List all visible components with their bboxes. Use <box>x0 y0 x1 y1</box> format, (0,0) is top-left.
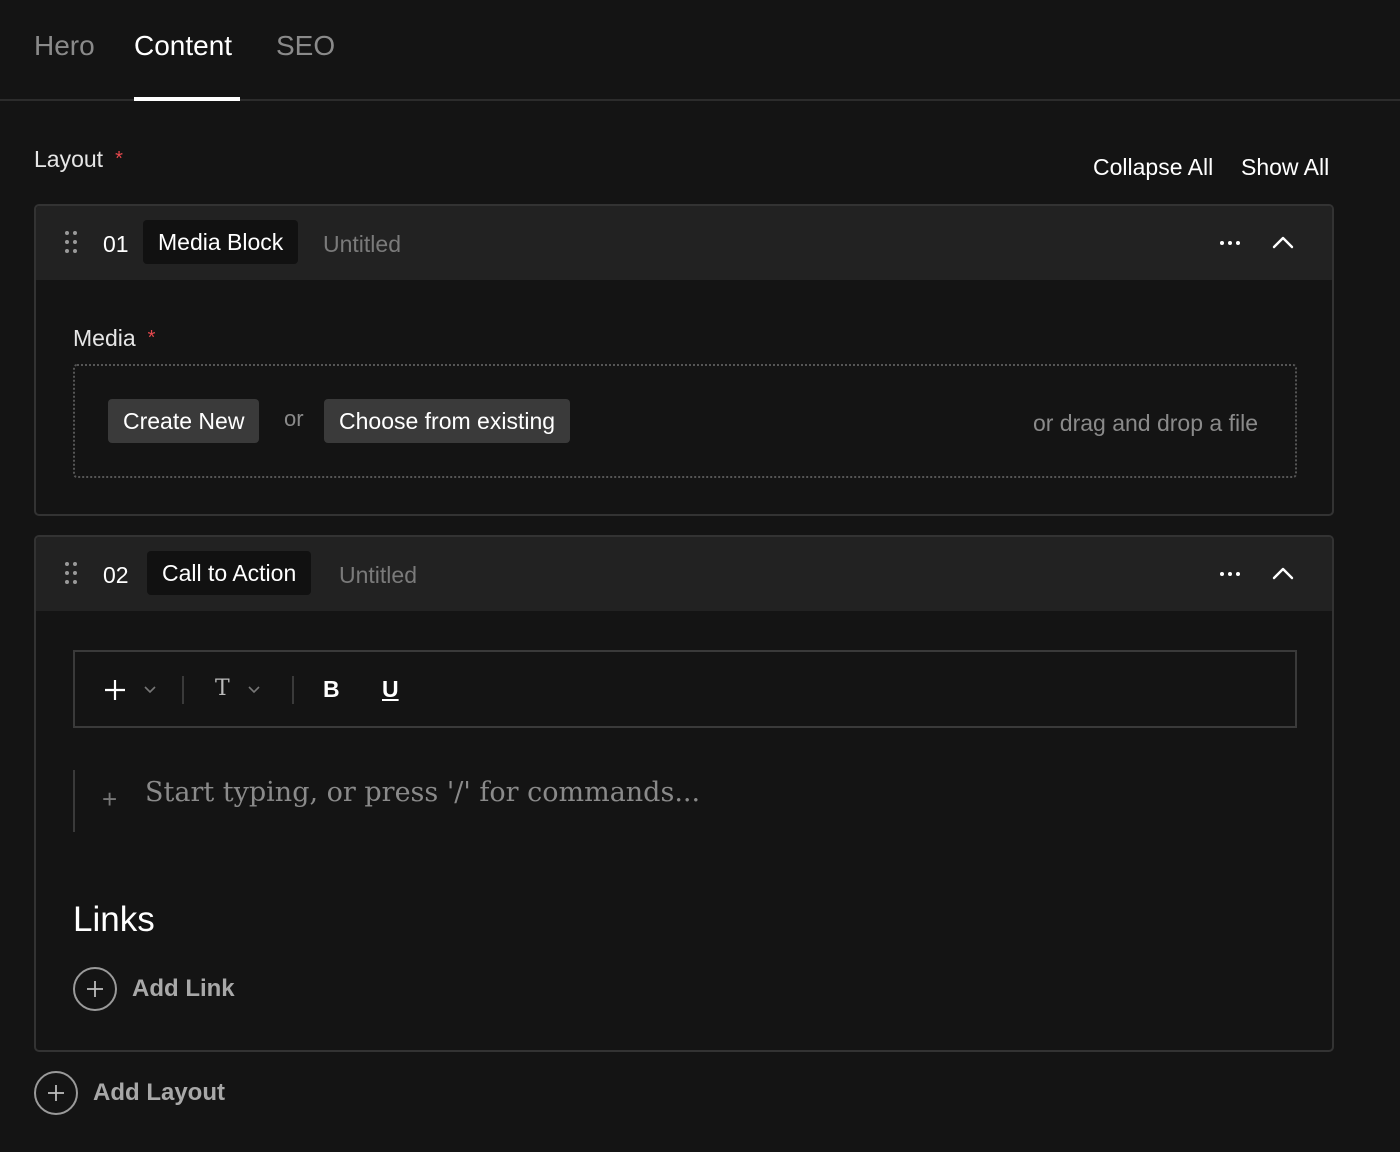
layout-field-label: Layout * <box>34 145 123 173</box>
rich-text-editor[interactable]: + Start typing, or press '/' for command… <box>73 770 1297 832</box>
tab-bar: Hero Content SEO <box>0 0 1400 101</box>
editor-placeholder[interactable]: Start typing, or press '/' for commands.… <box>145 776 700 810</box>
tab-seo[interactable]: SEO <box>276 30 335 62</box>
block-title: Untitled <box>339 562 417 588</box>
collapse-chevron-icon[interactable] <box>1268 559 1298 589</box>
add-layout-button[interactable]: Add Layout <box>34 1071 225 1115</box>
layout-label-text: Layout <box>34 146 104 172</box>
drag-handle-icon[interactable] <box>65 231 81 255</box>
show-all-button[interactable]: Show All <box>1241 153 1329 181</box>
drag-drop-hint: or drag and drop a file <box>1032 410 1258 436</box>
collapse-all-button[interactable]: Collapse All <box>1093 153 1213 181</box>
more-options-icon[interactable] <box>1218 559 1248 589</box>
plus-circle-icon <box>73 967 117 1011</box>
or-separator: or <box>284 406 304 431</box>
layout-block-cta: 02 Call to Action Untitled T B U + Start… <box>34 535 1334 1052</box>
required-marker: * <box>147 327 156 349</box>
media-label-text: Media <box>73 325 136 351</box>
block-number: 01 <box>103 231 129 257</box>
toolbar-divider <box>182 676 184 704</box>
insert-block-dropdown[interactable] <box>103 678 163 707</box>
media-field-label: Media * <box>73 324 155 352</box>
add-link-label: Add Link <box>132 975 235 1002</box>
more-options-icon[interactable] <box>1218 228 1248 258</box>
chevron-down-icon <box>248 686 260 694</box>
text-style-icon: T <box>215 676 230 701</box>
create-new-button[interactable]: Create New <box>108 399 260 443</box>
block-title: Untitled <box>323 231 401 257</box>
block-type-badge: Media Block <box>143 220 299 264</box>
block-type-badge: Call to Action <box>147 551 312 595</box>
text-style-dropdown[interactable]: T <box>215 675 266 703</box>
layout-block-media: 01 Media Block Untitled Media * Create Ne… <box>34 204 1334 516</box>
underline-button[interactable]: U <box>382 675 399 703</box>
required-marker: * <box>115 148 123 170</box>
drag-handle-icon[interactable] <box>65 562 81 586</box>
tab-hero[interactable]: Hero <box>34 30 95 62</box>
plus-icon <box>105 680 156 700</box>
block-number: 02 <box>103 562 129 588</box>
media-dropzone[interactable]: Create New or Choose from existing or dr… <box>73 364 1297 478</box>
editor-toolbar: T B U <box>73 650 1297 728</box>
block-header: 01 Media Block Untitled <box>36 206 1332 280</box>
active-tab-indicator <box>134 97 240 101</box>
add-block-plus-icon[interactable]: + <box>102 786 117 812</box>
tab-content[interactable]: Content <box>134 30 232 62</box>
plus-circle-icon <box>34 1071 78 1115</box>
choose-existing-button[interactable]: Choose from existing <box>324 399 571 443</box>
add-link-button[interactable]: Add Link <box>73 967 235 1011</box>
links-heading: Links <box>73 900 155 939</box>
block-header: 02 Call to Action Untitled <box>36 537 1332 611</box>
toolbar-divider <box>292 676 294 704</box>
add-layout-label: Add Layout <box>93 1079 225 1106</box>
collapse-chevron-icon[interactable] <box>1268 228 1298 258</box>
bold-button[interactable]: B <box>323 675 340 703</box>
